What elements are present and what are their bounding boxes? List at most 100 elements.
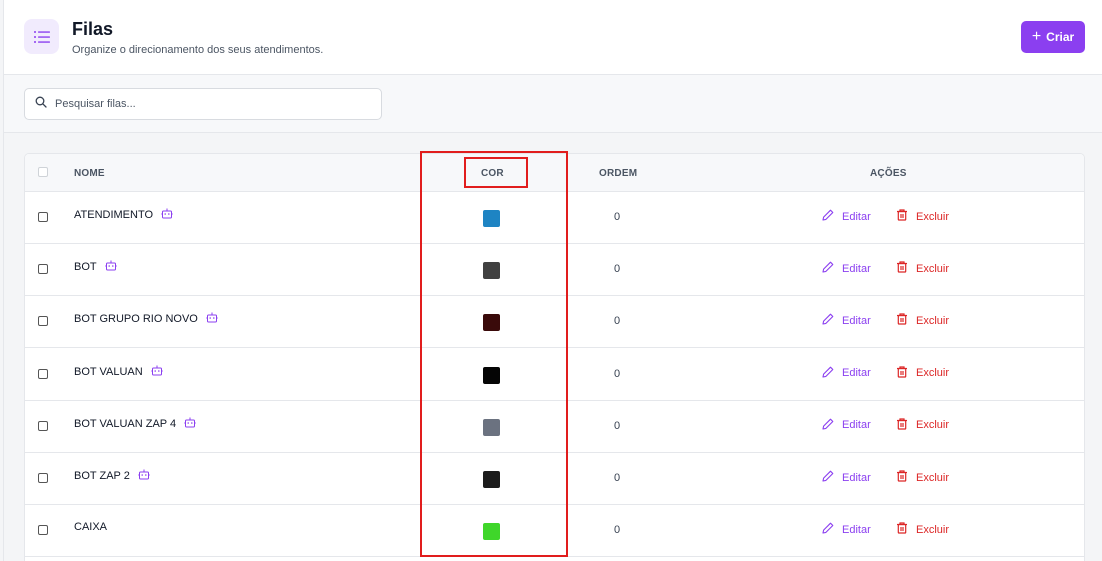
table-row[interactable]: CAIXA 0 Editar Excluir — [25, 505, 1084, 558]
edit-label: Editar — [842, 210, 871, 223]
queue-name-text: BOT — [74, 261, 97, 274]
create-button[interactable]: + Criar — [1021, 21, 1085, 53]
row-checkbox[interactable] — [38, 368, 48, 379]
queues-table: NOME COR ORDEM AÇÕES ATENDIMENTO 0 Editar E… — [24, 153, 1085, 561]
header-order[interactable]: ORDEM — [599, 168, 637, 179]
queue-order: 0 — [614, 211, 621, 223]
header-name[interactable]: NOME — [74, 168, 105, 179]
queue-name: CAIXA — [74, 521, 107, 533]
trash-icon — [896, 365, 908, 381]
delete-button[interactable]: Excluir — [896, 418, 949, 433]
queue-name-text: BOT GRUPO RIO NOVO — [74, 313, 198, 326]
edit-button[interactable]: Editar — [822, 366, 871, 381]
queue-name-text: BOT ZAP 2 — [74, 470, 130, 482]
pencil-icon — [822, 418, 834, 433]
queue-name: BOT VALUAN — [74, 365, 163, 379]
delete-label: Excluir — [916, 471, 950, 484]
delete-button[interactable]: Excluir — [896, 470, 949, 485]
edit-label: Editar — [842, 367, 871, 380]
bot-icon — [184, 417, 196, 431]
edit-button[interactable]: Editar — [822, 522, 871, 537]
bot-icon — [206, 312, 218, 326]
queue-order: 0 — [614, 472, 621, 484]
delete-button[interactable]: Excluir — [896, 313, 949, 328]
edit-button[interactable]: Editar — [822, 261, 871, 276]
edit-label: Editar — [842, 471, 871, 484]
plus-icon: + — [1031, 27, 1042, 45]
delete-label: Excluir — [916, 262, 950, 275]
delete-label: Excluir — [916, 419, 950, 432]
trash-icon — [896, 522, 908, 537]
table-row[interactable]: ATENDIMENTO 0 Editar Excluir — [25, 192, 1084, 244]
pencil-icon — [822, 366, 834, 381]
row-checkbox[interactable] — [38, 420, 48, 431]
row-checkbox[interactable] — [38, 316, 48, 327]
trash-icon — [896, 418, 908, 433]
page-subtitle: Organize o direcionamento dos seus atend… — [72, 44, 324, 56]
queue-order: 0 — [614, 367, 621, 380]
delete-button[interactable]: Excluir — [896, 365, 950, 381]
select-all-checkbox[interactable] — [38, 167, 48, 177]
edit-label: Editar — [842, 262, 871, 275]
table-header: NOME COR ORDEM AÇÕES — [25, 154, 1084, 192]
search-input[interactable] — [55, 98, 355, 110]
queue-name: BOT VALUAN ZAP 4 — [74, 417, 196, 431]
search-section — [4, 75, 1102, 133]
delete-label: Excluir — [916, 210, 950, 223]
pencil-icon — [822, 522, 834, 537]
queue-order: 0 — [614, 263, 621, 276]
delete-label: Excluir — [916, 367, 950, 380]
bot-icon — [150, 365, 163, 379]
create-button-label: Criar — [1046, 30, 1075, 44]
pencil-icon — [822, 470, 834, 485]
row-checkbox[interactable] — [38, 525, 48, 536]
table-row[interactable]: BOT VALUAN ZAP 4 0 Editar Excluir — [25, 400, 1084, 453]
bot-icon — [104, 260, 117, 274]
edit-button[interactable]: Editar — [822, 470, 871, 485]
queue-name-text: BOT VALUAN — [74, 365, 143, 378]
delete-button[interactable]: Excluir — [896, 209, 949, 224]
row-checkbox[interactable] — [38, 264, 48, 275]
queue-name: BOT — [74, 260, 117, 274]
row-checkbox[interactable] — [38, 473, 48, 483]
color-swatch — [483, 366, 500, 384]
table-row[interactable]: BOT 0 Editar Excluir — [25, 244, 1084, 297]
table-row[interactable]: BOT ZAP 2 0 Editar Excluir — [25, 453, 1084, 505]
edit-button[interactable]: Editar — [822, 209, 871, 224]
page-title: Filas — [72, 19, 114, 39]
edit-button[interactable]: Editar — [822, 418, 871, 433]
delete-button[interactable]: Excluir — [896, 261, 949, 276]
color-swatch — [483, 471, 500, 488]
color-swatch — [483, 523, 500, 541]
bot-icon — [138, 469, 150, 483]
delete-label: Excluir — [916, 314, 950, 327]
queue-name: ATENDIMENTO — [74, 208, 173, 222]
search-icon — [35, 95, 47, 113]
edit-label: Editar — [842, 523, 871, 536]
table-row[interactable]: BOT VALUAN 0 Editar Excluir — [25, 348, 1084, 401]
edit-button[interactable]: Editar — [822, 313, 871, 328]
color-swatch — [483, 418, 500, 436]
delete-button[interactable]: Excluir — [896, 522, 949, 537]
queue-name-text: BOT VALUAN ZAP 4 — [74, 417, 177, 430]
queue-name-text: ATENDIMENTO — [74, 209, 154, 221]
header-color[interactable]: COR — [481, 168, 504, 179]
pencil-icon — [822, 313, 834, 328]
color-swatch — [483, 262, 500, 280]
queue-order: 0 — [614, 524, 621, 537]
pencil-icon — [822, 261, 834, 276]
edit-label: Editar — [842, 314, 871, 327]
trash-icon — [896, 313, 908, 328]
search-box[interactable] — [24, 88, 382, 120]
trash-icon — [896, 470, 908, 485]
row-checkbox[interactable] — [38, 212, 48, 222]
edit-label: Editar — [842, 419, 871, 432]
page-header: Filas Organize o direcionamento dos seus… — [4, 0, 1102, 75]
table-row[interactable]: BOT GRUPO RIO NOVO 0 Editar Excluir — [25, 296, 1084, 349]
queue-order: 0 — [614, 419, 621, 432]
queue-name-text: CAIXA — [74, 521, 108, 534]
color-swatch — [483, 210, 500, 227]
color-swatch — [483, 314, 500, 332]
bot-icon — [161, 208, 173, 222]
list-icon — [24, 19, 59, 54]
